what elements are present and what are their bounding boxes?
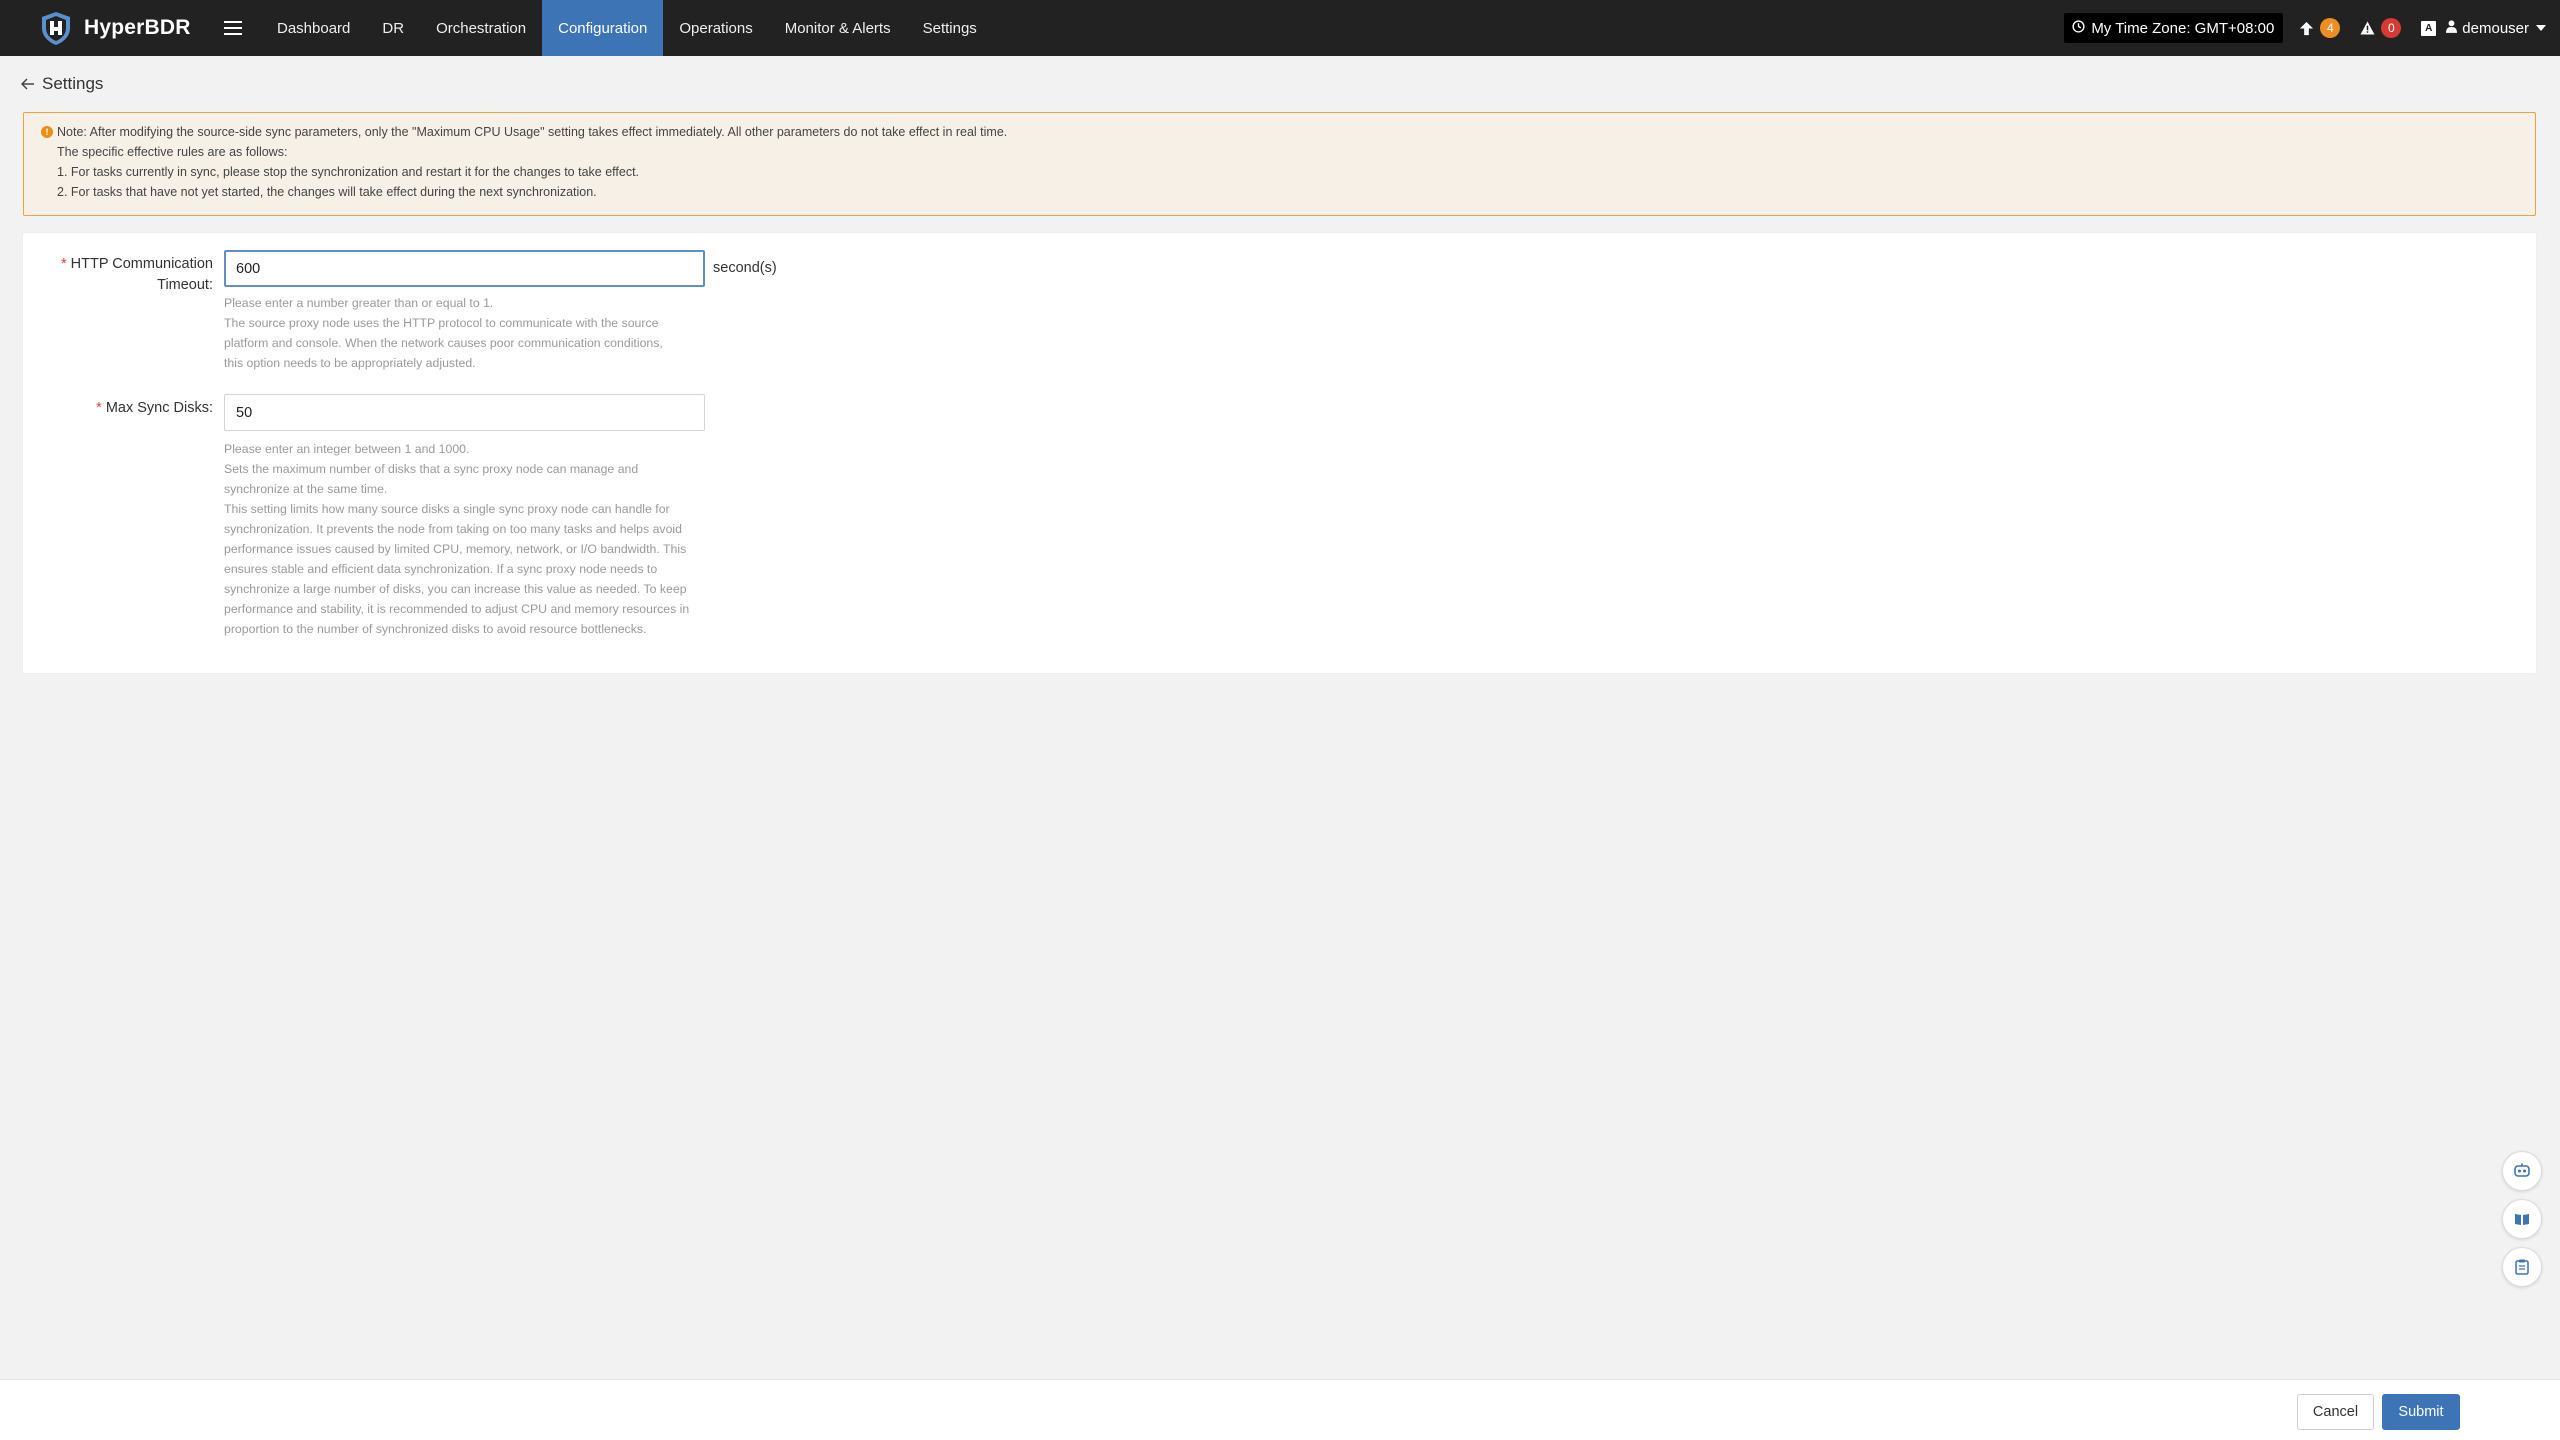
robot-icon[interactable]: [2502, 1151, 2542, 1191]
max-disks-help-3: This setting limits how many source disk…: [224, 502, 690, 636]
clipboard-icon[interactable]: [2502, 1247, 2542, 1287]
notice-banner: ! Note: After modifying the source-side …: [23, 112, 2536, 216]
timeout-help-1: Please enter a number greater than or eq…: [224, 296, 494, 310]
max-disks-help-2: Sets the maximum number of disks that a …: [224, 462, 639, 496]
timezone-display[interactable]: My Time Zone: GMT+08:00: [2064, 13, 2284, 43]
settings-form-card: * HTTP Communication Timeout: 600 second(…: [23, 233, 2536, 673]
max-disks-control: 50 Please enter an integer between 1 and…: [224, 394, 710, 639]
user-menu[interactable]: demouser: [2446, 20, 2546, 37]
timeout-unit: second(s): [713, 260, 777, 276]
navbar-right: My Time Zone: GMT+08:00 4 0 A demouser: [2064, 0, 2560, 56]
user-icon: [2446, 19, 2462, 37]
nav-monitor-alerts[interactable]: Monitor & Alerts: [769, 0, 907, 56]
max-disks-label-text: Max Sync Disks:: [105, 400, 213, 416]
brand[interactable]: HyperBDR: [0, 0, 205, 56]
timeout-control: 600 second(s) Please enter a number grea…: [224, 250, 777, 373]
alert-count-badge: 0: [2381, 18, 2402, 38]
max-disks-help: Please enter an integer between 1 and 10…: [224, 439, 710, 639]
exclamation-circle-icon: !: [41, 126, 53, 138]
page-title: Settings: [42, 74, 104, 93]
notice-row: ! Note: After modifying the source-side …: [41, 122, 2519, 142]
timezone-label: My Time Zone: GMT+08:00: [2091, 19, 2275, 37]
top-navbar: HyperBDR Dashboard DR Orchestration Conf…: [0, 0, 2560, 56]
page-header: Settings: [18, 72, 103, 96]
alert-notifications[interactable]: 0: [2360, 18, 2402, 38]
upgrade-count-badge: 4: [2320, 18, 2341, 38]
form-row-timeout: * HTTP Communication Timeout: 600 second(…: [23, 250, 777, 373]
nav-dr[interactable]: DR: [366, 0, 420, 56]
timeout-help-2: The source proxy node uses the HTTP prot…: [224, 316, 663, 370]
clock-icon: [2072, 19, 2091, 37]
timeout-label: * HTTP Communication Timeout:: [23, 250, 213, 373]
main-nav: Dashboard DR Orchestration Configuration…: [261, 0, 993, 56]
max-disks-label: * Max Sync Disks:: [23, 394, 213, 639]
required-marker: *: [96, 400, 102, 416]
chevron-down-icon: [2536, 25, 2546, 31]
app-name: HyperBDR: [84, 16, 191, 39]
arrow-left-icon[interactable]: [18, 74, 38, 94]
timeout-label-line1: HTTP Communication: [70, 256, 213, 272]
timeout-help: Please enter a number greater than or eq…: [224, 293, 684, 373]
ai-icon[interactable]: A: [2421, 20, 2437, 36]
required-marker: *: [60, 256, 67, 272]
notice-line-4: 2. For tasks that have not yet started, …: [57, 185, 597, 199]
book-icon[interactable]: [2502, 1199, 2542, 1239]
notice-line-3: 1. For tasks currently in sync, please s…: [57, 165, 640, 179]
timeout-input[interactable]: 600: [224, 250, 705, 287]
nav-dashboard[interactable]: Dashboard: [261, 0, 366, 56]
upgrade-notifications[interactable]: 4: [2299, 18, 2341, 38]
max-disks-help-1: Please enter an integer between 1 and 10…: [224, 442, 470, 456]
nav-orchestration[interactable]: Orchestration: [420, 0, 542, 56]
notice-line-2: The specific effective rules are as foll…: [57, 145, 288, 159]
cancel-button[interactable]: Cancel: [2297, 1394, 2374, 1430]
warning-icon: [2360, 21, 2375, 35]
max-disks-input[interactable]: 50: [224, 394, 705, 431]
nav-settings[interactable]: Settings: [907, 0, 993, 56]
form-footer: Cancel Submit: [0, 1379, 2560, 1440]
username: demouser: [2462, 19, 2529, 37]
nav-configuration[interactable]: Configuration: [542, 0, 664, 56]
notice-line-1: Note: After modifying the source-side sy…: [57, 125, 1008, 139]
form-row-max-disks: * Max Sync Disks: 50 Please enter an inte…: [23, 394, 710, 639]
hamburger-icon[interactable]: [213, 0, 253, 56]
shield-logo-icon: [38, 10, 74, 46]
timeout-input-row: 600 second(s): [224, 250, 777, 287]
submit-button[interactable]: Submit: [2382, 1394, 2460, 1430]
arrow-up-icon: [2299, 21, 2314, 36]
timeout-label-line2: Timeout:: [157, 277, 213, 293]
nav-operations[interactable]: Operations: [663, 0, 768, 56]
